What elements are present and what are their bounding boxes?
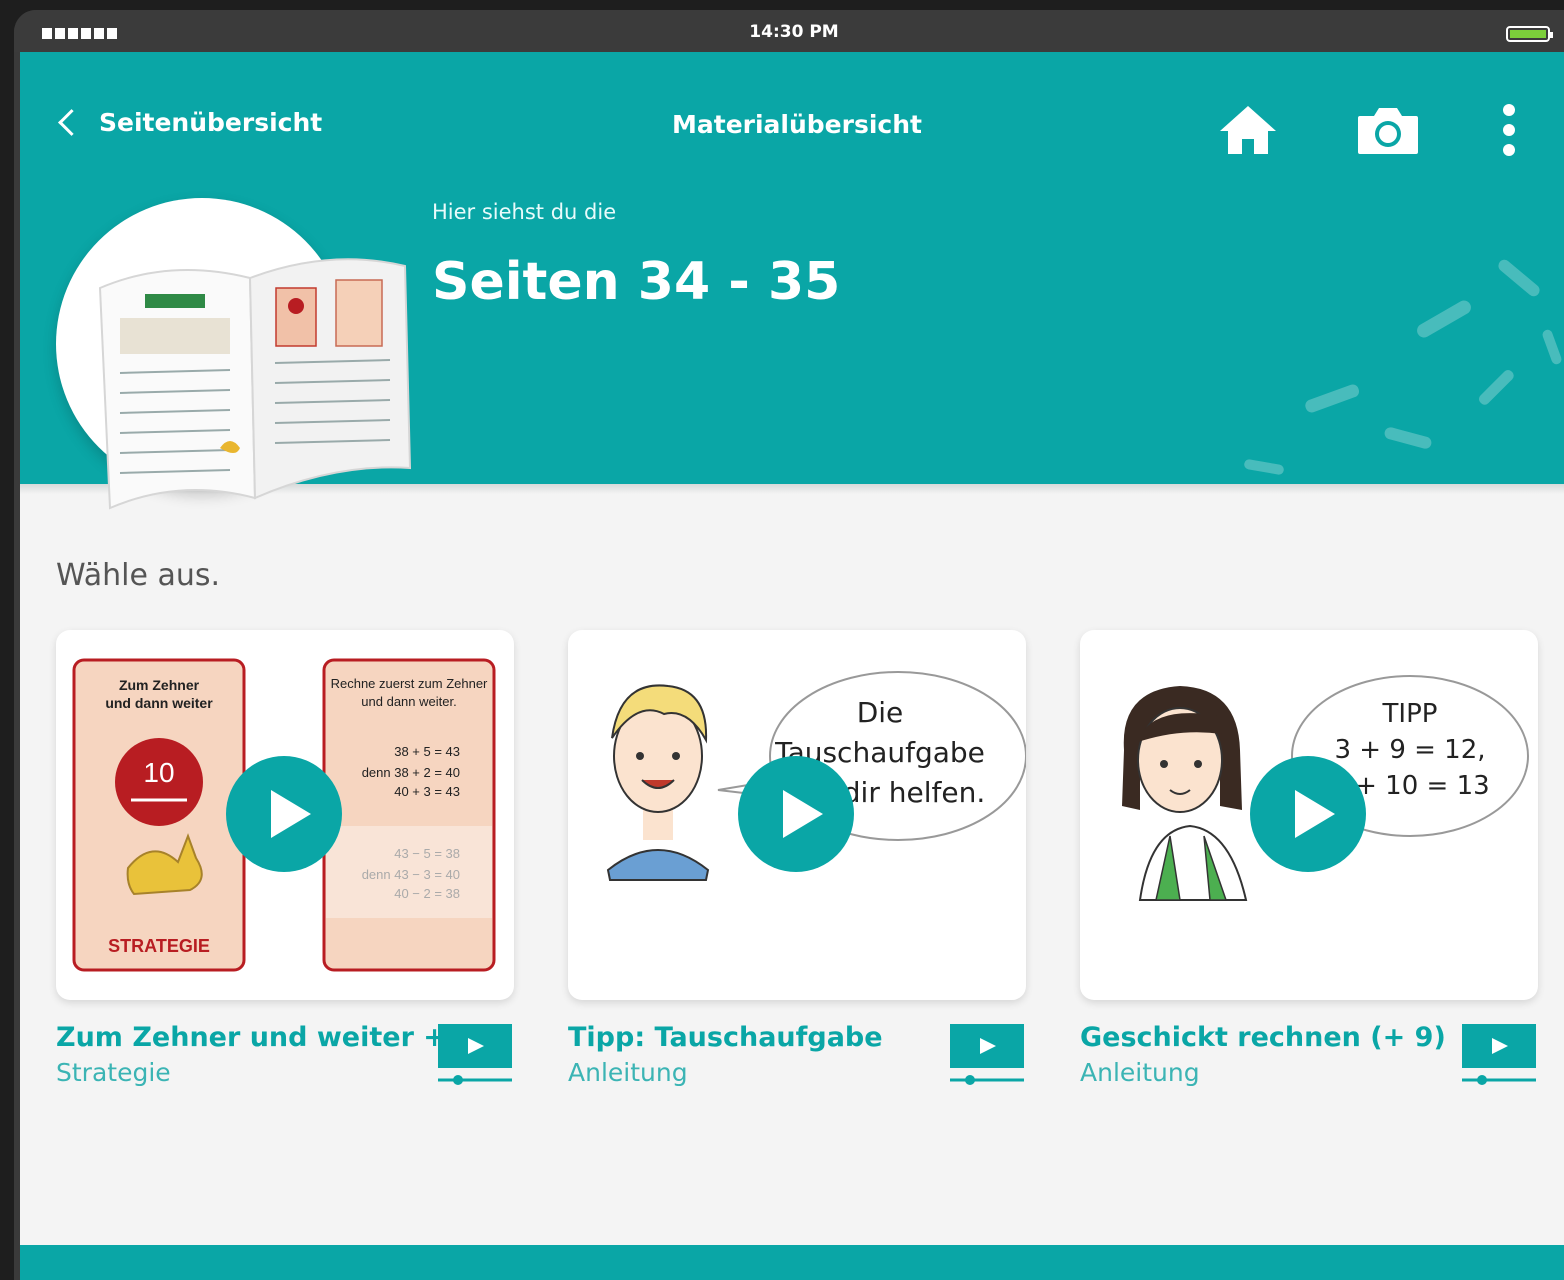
video-icon[interactable] — [436, 1022, 514, 1088]
thumb-eq-5: denn 43 − 3 = 40 — [362, 867, 460, 882]
item-title[interactable]: Zum Zehner und weiter + — [56, 1022, 446, 1053]
page-title: Seiten 34 - 35 — [432, 252, 841, 312]
item-subtitle: Strategie — [56, 1058, 171, 1087]
app-screen: Seitenübersicht Materialübersicht Hier s… — [20, 52, 1564, 1280]
camera-icon[interactable] — [1356, 104, 1420, 156]
thumb-bubble-line-1: Die — [857, 696, 904, 729]
bone-pattern-decoration — [1244, 259, 1562, 475]
play-button[interactable] — [1250, 756, 1366, 872]
thumb-eq-1: 38 + 5 = 43 — [394, 744, 460, 759]
thumb-right-heading-2: und dann weiter. — [361, 694, 456, 709]
item-subtitle: Anleitung — [1080, 1058, 1200, 1087]
status-bar: 14:30 PM — [14, 10, 1564, 52]
video-icon[interactable] — [948, 1022, 1026, 1088]
thumb-bubble-line-1: TIPP — [1382, 699, 1438, 729]
thumb-left-heading-2: und dann weiter — [105, 695, 213, 711]
bottom-bar — [20, 1245, 1564, 1280]
thumb-badge: 10 — [143, 757, 174, 788]
item-title[interactable]: Geschickt rechnen (+ 9) — [1080, 1022, 1446, 1053]
video-icon[interactable] — [1460, 1022, 1538, 1088]
thumb-left-heading-1: Zum Zehner — [119, 677, 200, 693]
thumb-eq-2: denn 38 + 2 = 40 — [362, 765, 460, 780]
header-subtitle: Hier siehst du die — [432, 200, 617, 224]
thumb-eq-6: 40 − 2 = 38 — [394, 886, 460, 901]
material-card-tauschaufgabe[interactable]: Die Tauschaufgabe dir helfen. — [568, 630, 1026, 1000]
thumb-eq-4: 43 − 5 = 38 — [394, 846, 460, 861]
status-time: 14:30 PM — [749, 22, 839, 42]
item-title[interactable]: Tipp: Tauschaufgabe — [568, 1022, 883, 1053]
nav-title: Materialübersicht — [672, 110, 922, 139]
thumb-eq-3: 40 + 3 = 43 — [394, 784, 460, 799]
play-button[interactable] — [738, 756, 854, 872]
play-button[interactable] — [226, 756, 342, 872]
material-card-geschickt-rechnen[interactable]: TIPP 3 + 9 = 12, 3 + 10 = 13 — [1080, 630, 1538, 1000]
home-icon[interactable] — [1218, 104, 1278, 156]
tablet-frame: 14:30 PM Seitenübersicht Materialübersic… — [14, 10, 1564, 1280]
material-card-zehner[interactable]: Zum Zehner und dann weiter 10 STRATEGIE … — [56, 630, 514, 1000]
thumb-bubble-line-3: dir helfen. — [843, 776, 985, 809]
thumb-footer: STRATEGIE — [108, 936, 210, 956]
thumb-right-heading-1: Rechne zuerst zum Zehner — [331, 676, 488, 691]
thumb-bubble-line-2: 3 + 9 = 12, — [1334, 735, 1485, 765]
battery-icon — [1506, 26, 1553, 42]
book-illustration — [98, 258, 412, 510]
item-subtitle: Anleitung — [568, 1058, 688, 1087]
choose-prompt: Wähle aus. — [56, 558, 221, 593]
more-options-icon[interactable] — [1498, 102, 1520, 158]
